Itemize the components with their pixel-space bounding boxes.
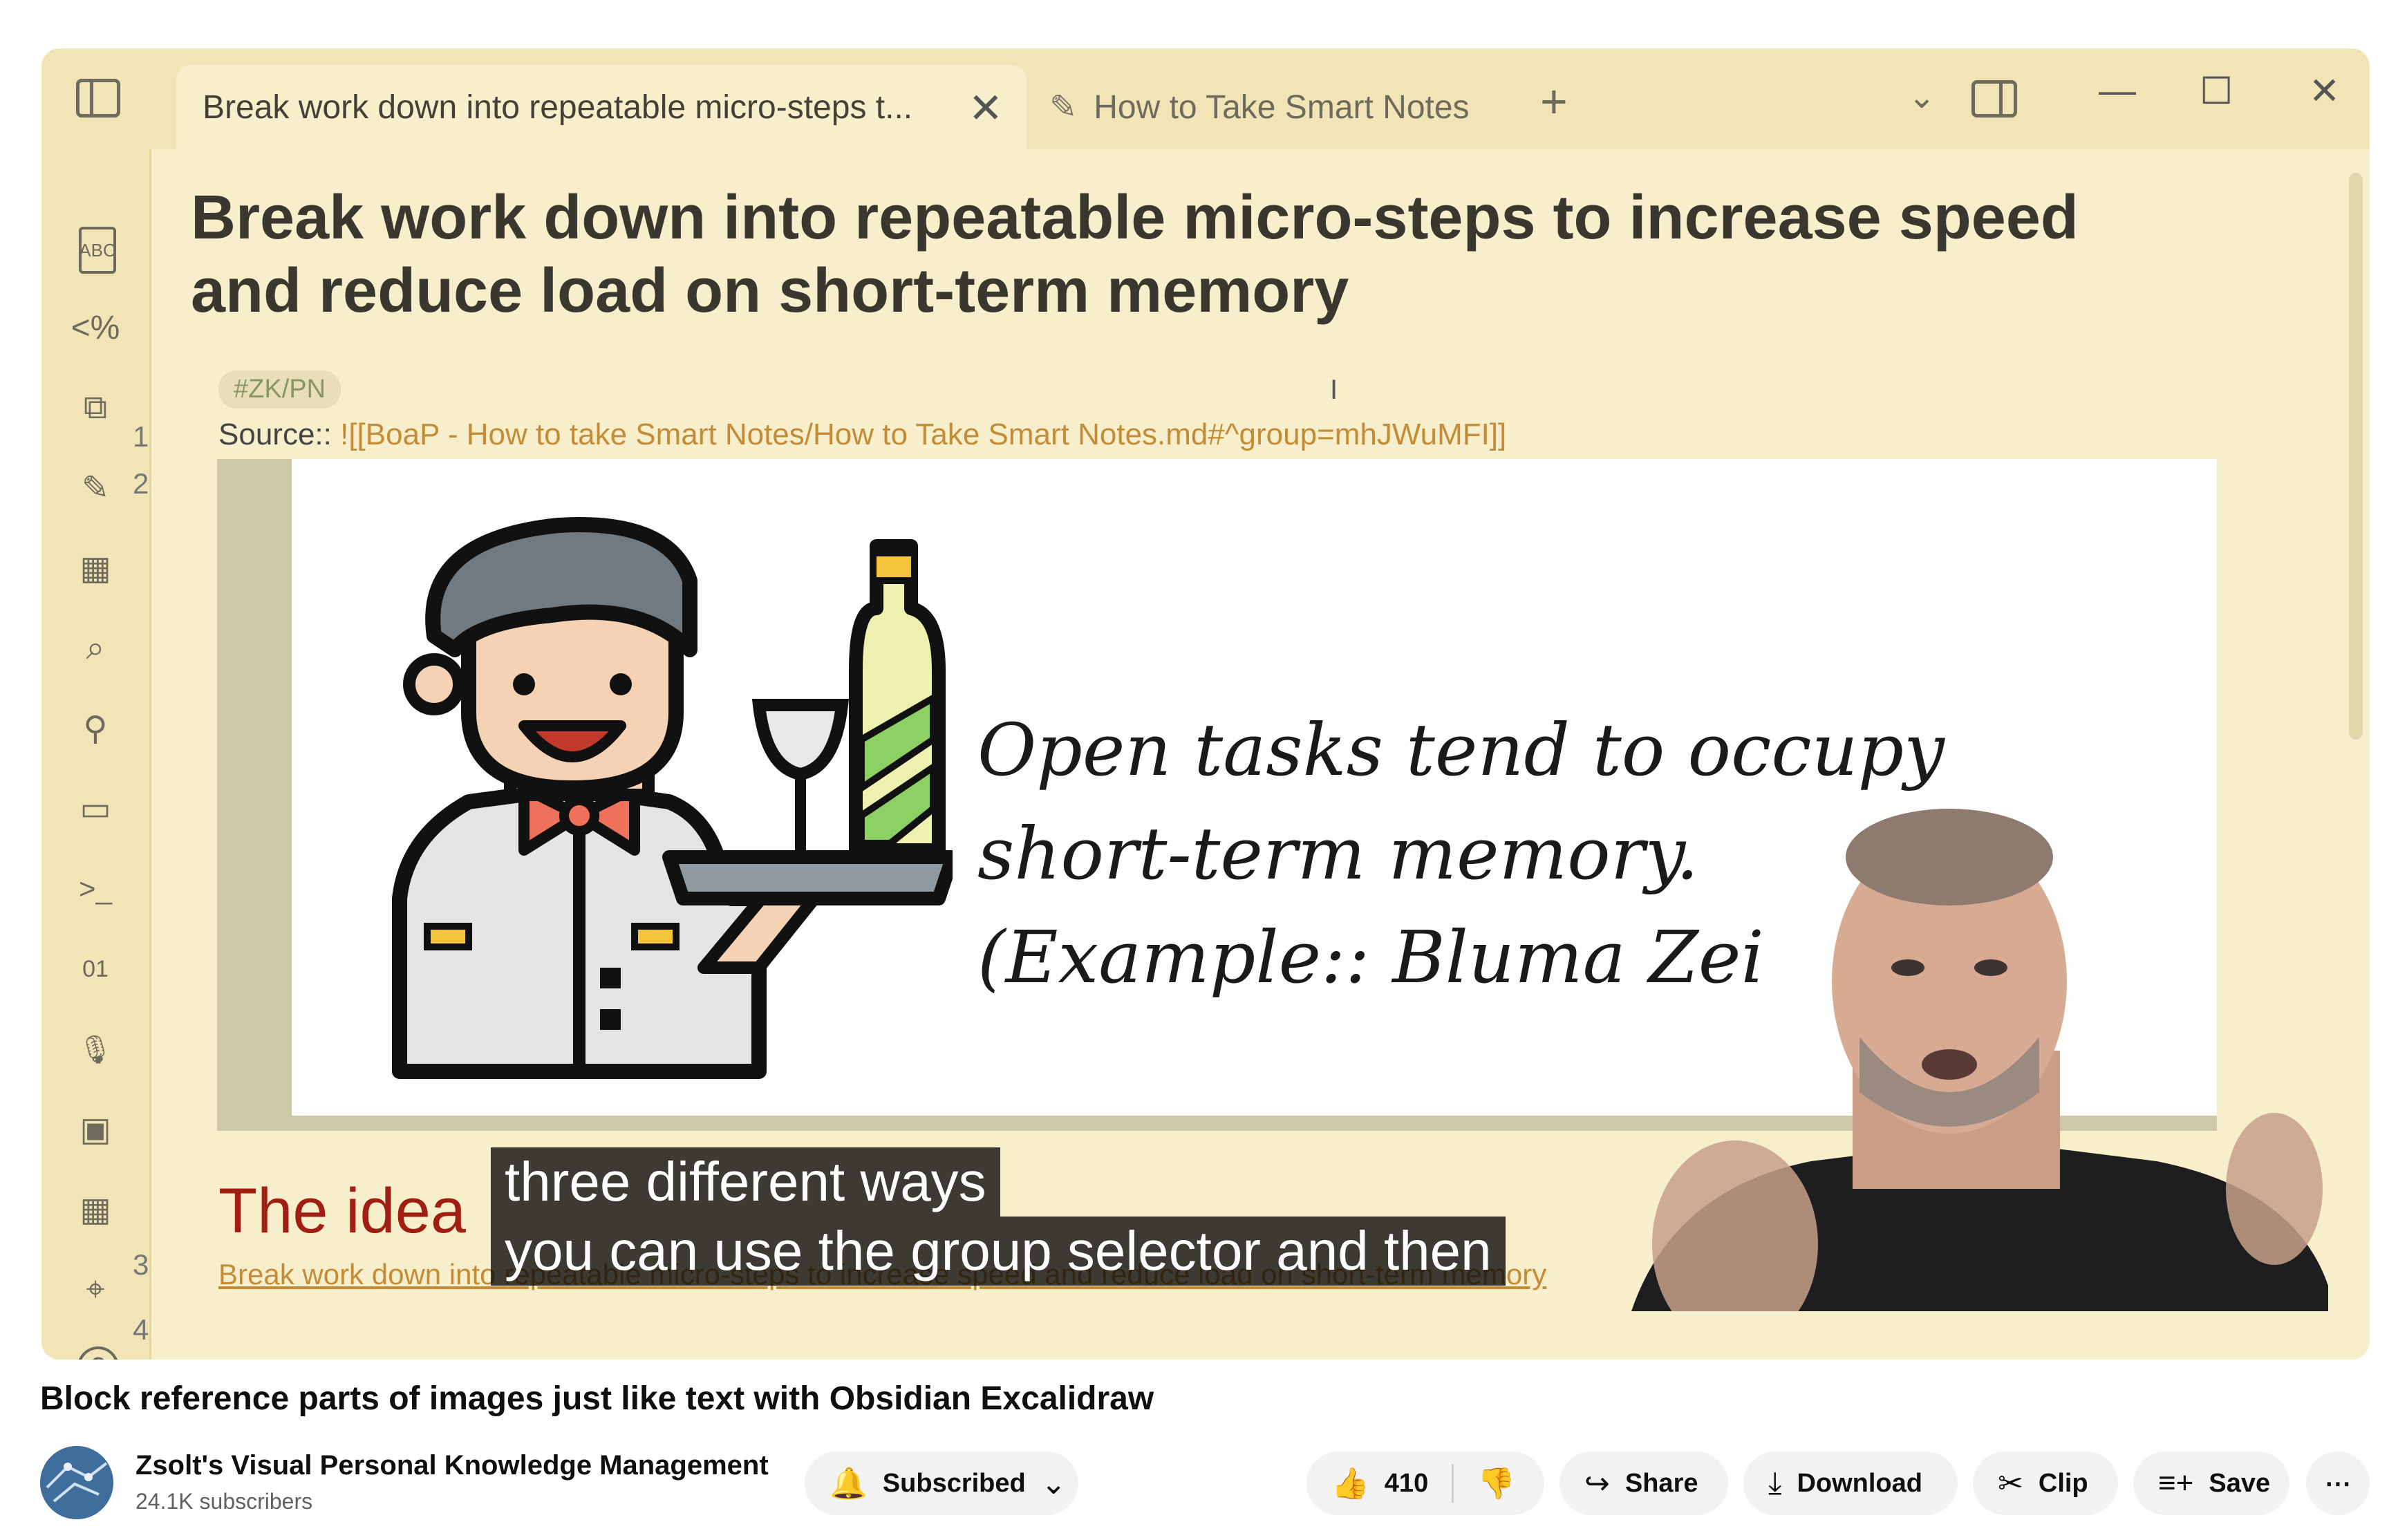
caption-line: three different ways (491, 1147, 1000, 1217)
left-sidebar-toggle-icon[interactable] (76, 79, 120, 118)
download-label: Download (1797, 1468, 1922, 1498)
line-number: 1 (133, 420, 149, 453)
share-icon: ↪ (1584, 1466, 1610, 1501)
excalidraw-icon[interactable]: ✎ (71, 463, 120, 513)
source-line[interactable]: Source:: ![[BoaP - How to take Smart Not… (218, 417, 1506, 452)
new-tab-button[interactable]: + (1540, 75, 1568, 129)
thumbs-down-icon[interactable]: 👎 (1477, 1465, 1515, 1501)
subscribe-button[interactable]: 🔔 Subscribed ⌄ (805, 1452, 1078, 1515)
clip-label: Clip (2038, 1468, 2088, 1498)
like-count: 410 (1384, 1468, 1429, 1498)
spellcheck-icon[interactable]: ABC (79, 227, 116, 274)
like-dislike-group[interactable]: 👍 410 👎 (1306, 1452, 1544, 1515)
tab-close-icon[interactable]: ✕ (968, 84, 1003, 133)
source-embed-link[interactable]: ![[BoaP - How to take Smart Notes/How to… (340, 417, 1506, 451)
layout-icon[interactable]: ▣ (71, 1105, 120, 1154)
line-number: 3 (133, 1248, 149, 1281)
graph-icon[interactable]: ⚲ (71, 704, 120, 753)
search-file-icon[interactable]: ⌕ (71, 623, 120, 673)
calendar-icon[interactable]: ▭ (71, 784, 120, 834)
line-number: 4 (133, 1313, 149, 1346)
channel-avatar[interactable] (40, 1446, 113, 1519)
like-divider (1452, 1464, 1454, 1503)
more-icon: ⋯ (2325, 1469, 2351, 1499)
clip-button[interactable]: ✂ Clip (1973, 1452, 2118, 1515)
tab-label: How to Take Smart Notes (1094, 88, 1470, 126)
more-actions-button[interactable]: ⋯ (2306, 1452, 2370, 1515)
table-icon[interactable]: ▦ (71, 543, 120, 593)
save-label: Save (2209, 1468, 2271, 1498)
tab-how-to-take-smart-notes[interactable]: ✎ How to Take Smart Notes (1016, 65, 1528, 149)
save-button[interactable]: ≡+ Save (2133, 1452, 2289, 1515)
subscribe-label: Subscribed (882, 1468, 1026, 1498)
thumbs-up-icon[interactable]: 👍 (1331, 1465, 1369, 1501)
share-label: Share (1624, 1468, 1698, 1498)
heading-the-idea[interactable]: The idea (218, 1175, 466, 1248)
playlist-add-icon: ≡+ (2158, 1466, 2194, 1500)
channel-name[interactable]: Zsolt's Visual Personal Knowledge Manage… (135, 1450, 769, 1481)
app-titlebar: Break work down into repeatable micro-st… (41, 48, 2370, 149)
note-title[interactable]: Break work down into repeatable micro-st… (191, 181, 2195, 328)
microphone-icon[interactable]: 🎙 (71, 1024, 120, 1074)
video-title: Block reference parts of images just lik… (40, 1380, 1154, 1417)
scissors-icon: ✂ (1998, 1466, 2023, 1501)
tab-active-note[interactable]: Break work down into repeatable micro-st… (176, 65, 1027, 149)
download-icon: ⤓ (1768, 1466, 1782, 1500)
video-captions: three different ways you can use the gro… (491, 1147, 1506, 1286)
close-window-button[interactable]: ✕ (2309, 69, 2340, 113)
source-label: Source:: (218, 417, 341, 451)
caption-line: you can use the group selector and then (491, 1217, 1506, 1286)
tag-pill[interactable]: #ZK/PN (218, 370, 341, 409)
binary-icon[interactable]: 01 (71, 944, 120, 994)
left-ribbon: ABC <% ⧉ ✎ ▦ ⌕ ⚲ ▭ >_ 01 🎙 ▣ ▦ ⌖ ? (41, 149, 151, 1360)
line-number: 2 (133, 467, 149, 500)
right-sidebar-toggle-icon[interactable] (1971, 80, 2017, 118)
text-cursor-icon: I (1330, 375, 1338, 405)
excalidraw-tab-icon: ✎ (1049, 89, 1078, 126)
template-icon[interactable]: <% (71, 303, 120, 353)
presenter-video-overlay (1631, 809, 2328, 1311)
bell-icon: 🔔 (830, 1467, 868, 1501)
tab-label: Break work down into repeatable micro-st… (203, 88, 913, 126)
help-icon[interactable]: ? (77, 1346, 119, 1360)
maximize-button[interactable]: ☐ (2200, 69, 2233, 113)
tab-list-chevron-icon[interactable]: ⌄ (1908, 77, 1936, 116)
minimize-button[interactable]: — (2099, 69, 2136, 112)
avatar-map-icon (40, 1446, 113, 1519)
copy-icon[interactable]: ⧉ (71, 383, 120, 433)
download-button[interactable]: ⤓ Download (1743, 1452, 1958, 1515)
waiter-illustration (392, 517, 953, 1079)
terminal-icon[interactable]: >_ (71, 864, 120, 914)
subscriber-count: 24.1K subscribers (135, 1489, 313, 1514)
editor-scrollbar[interactable] (2349, 173, 2363, 740)
chevron-down-icon: ⌄ (1040, 1466, 1067, 1501)
map-pin-icon[interactable]: ⌖ (71, 1265, 120, 1315)
share-button[interactable]: ↪ Share (1559, 1452, 1728, 1515)
calendar-grid-icon[interactable]: ▦ (71, 1185, 120, 1234)
